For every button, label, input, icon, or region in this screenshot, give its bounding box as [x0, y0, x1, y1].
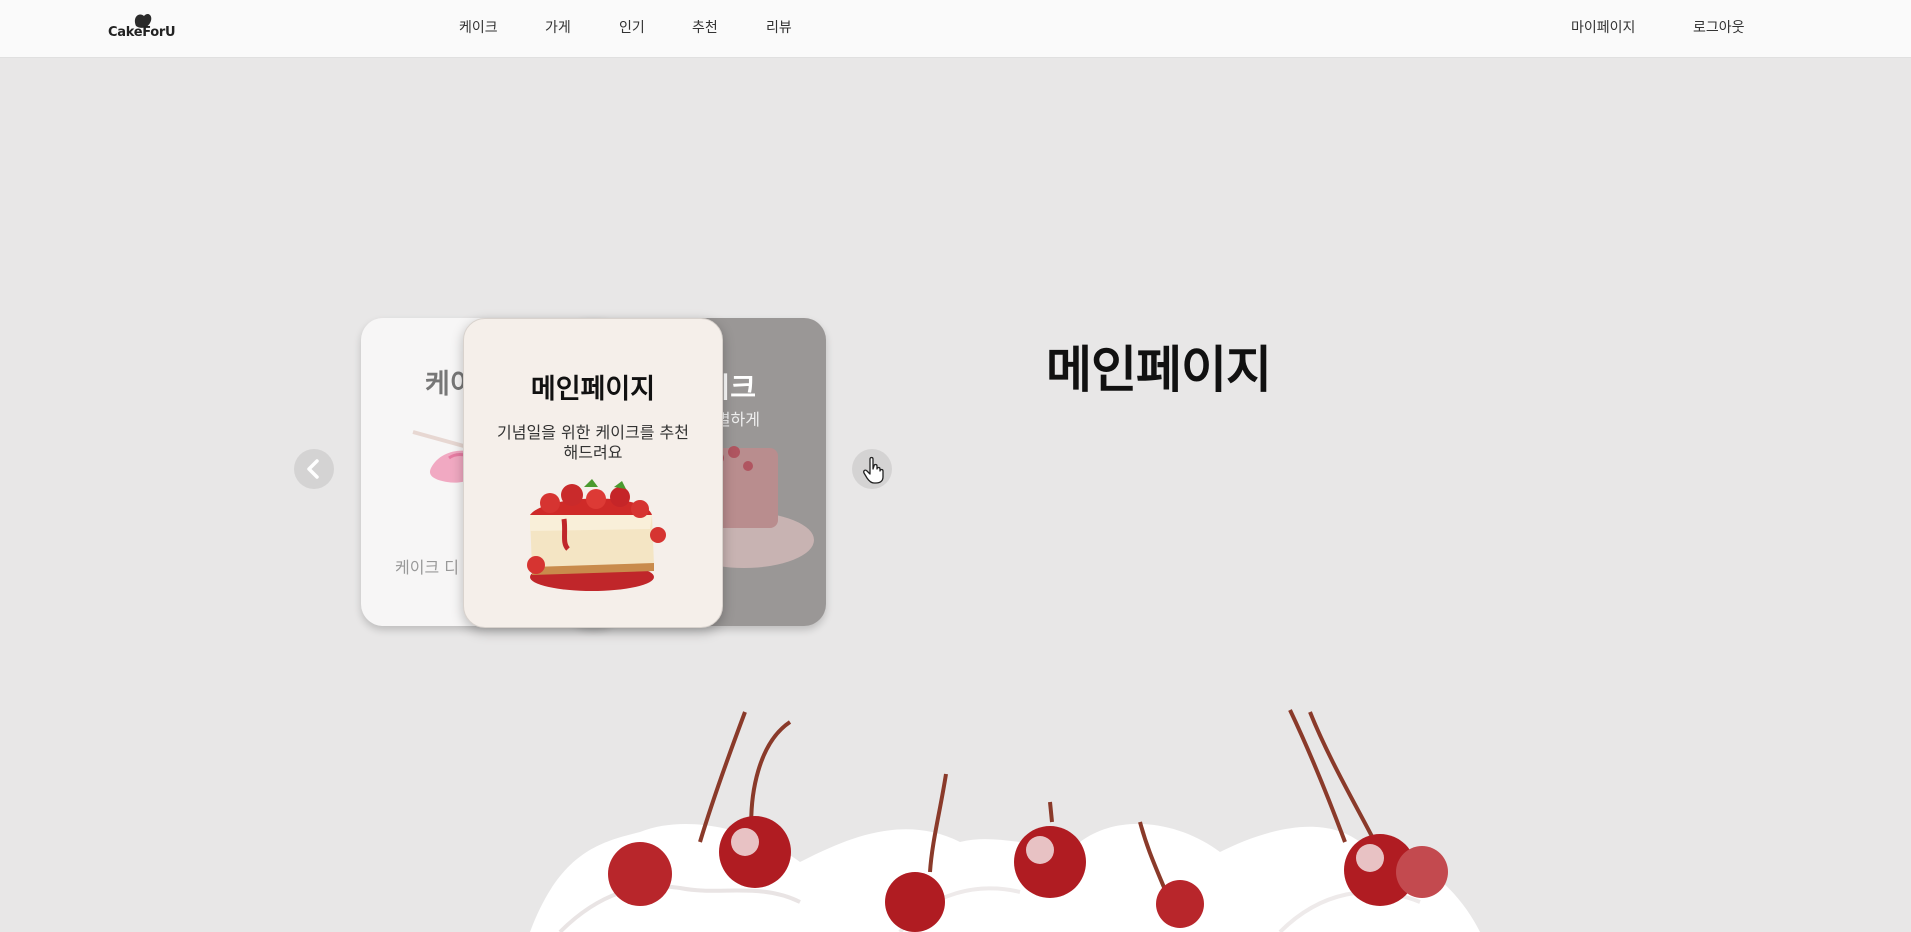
page-title: 메인페이지 — [1046, 341, 1272, 399]
logout-link[interactable]: 로그아웃 — [1693, 17, 1745, 37]
chevron-left-icon — [307, 459, 319, 479]
carousel-prev-button[interactable] — [294, 449, 334, 489]
strawberry-cheesecake-image — [527, 479, 666, 591]
nav-store[interactable]: 가게 — [545, 17, 571, 37]
logo-text: CakeForU — [108, 25, 176, 40]
carousel-card-active[interactable]: 메인페이지 기념일을 위한 케이크를 추천해드려요 — [463, 318, 723, 628]
logo[interactable]: CakeForU — [106, 8, 176, 48]
nav-recommend[interactable]: 추천 — [692, 17, 718, 37]
nav-popular[interactable]: 인기 — [619, 17, 645, 37]
mypage-link[interactable]: 마이페이지 — [1571, 17, 1635, 37]
hand-pointer-icon — [863, 456, 884, 484]
top-header: CakeForU 케이크 가게 인기 추천 리뷰 마이페이지 로그아웃 — [0, 0, 1911, 58]
nav-cake[interactable]: 케이크 — [459, 17, 498, 37]
carousel-next-button[interactable] — [852, 449, 892, 489]
cherry-cupcakes-image — [530, 709, 1480, 932]
nav-review[interactable]: 리뷰 — [766, 17, 792, 37]
